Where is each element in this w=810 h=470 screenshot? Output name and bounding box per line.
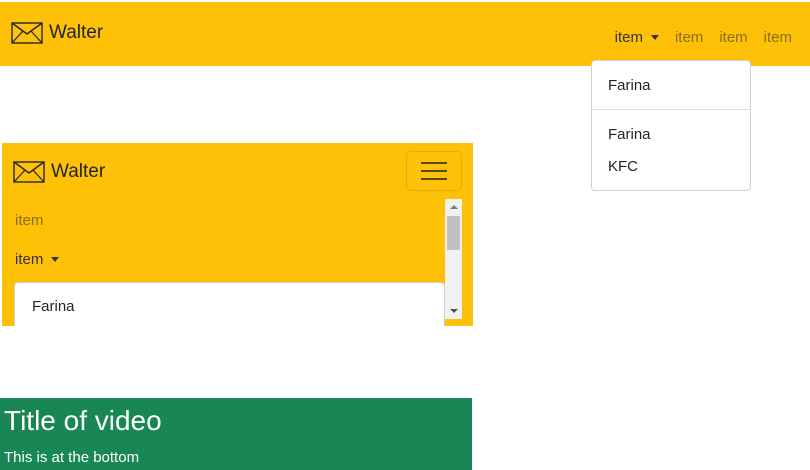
caret-down-icon [650, 35, 659, 40]
vertical-scrollbar[interactable] [445, 199, 462, 319]
navbar-toggler-button[interactable] [406, 151, 462, 191]
brand-label: Walter [51, 161, 106, 182]
caret-down-icon [51, 257, 60, 262]
envelope-icon [11, 22, 43, 44]
dropdown-menu: Farina Farina KFC [591, 60, 751, 191]
dropdown-item[interactable]: Farina [32, 298, 75, 315]
nav-link-2[interactable]: item [675, 29, 703, 46]
scrollbar-thumb[interactable] [447, 216, 460, 250]
dropdown-menu: Farina [14, 282, 445, 326]
nav-link-3[interactable]: item [719, 29, 747, 46]
dropdown-item[interactable]: KFC [608, 158, 638, 175]
video-caption: Title of video This is at the bottom [0, 398, 472, 470]
dropdown-item[interactable]: Farina [608, 77, 651, 94]
nav-link-label: item [614, 29, 643, 46]
top-navbar: Walter item item item item [0, 2, 810, 66]
nav-links: item item item item [615, 29, 792, 46]
brand-label: Walter [49, 22, 104, 43]
hamburger-icon-bar [421, 178, 447, 180]
dropdown-divider [592, 109, 750, 110]
hamburger-icon-bar [421, 170, 447, 172]
scroll-up-arrow-icon[interactable] [450, 205, 458, 209]
hamburger-icon [421, 162, 447, 164]
video-title: Title of video [4, 405, 162, 436]
navbar-brand[interactable]: Walter [11, 22, 103, 44]
nav-link-label: item [15, 251, 44, 268]
nav-link-4[interactable]: item [764, 29, 792, 46]
video-subtitle: This is at the bottom [4, 449, 140, 466]
scroll-down-arrow-icon[interactable] [450, 309, 458, 313]
nav-dropdown-toggle[interactable]: item [615, 29, 659, 46]
nav-link[interactable]: item [15, 212, 43, 229]
nav-dropdown-toggle[interactable]: item [15, 251, 60, 268]
collapsed-navbar: Walter item item Farina [2, 143, 473, 326]
navbar-brand[interactable]: Walter [13, 161, 105, 183]
dropdown-item[interactable]: Farina [608, 126, 651, 143]
envelope-icon [13, 161, 45, 183]
